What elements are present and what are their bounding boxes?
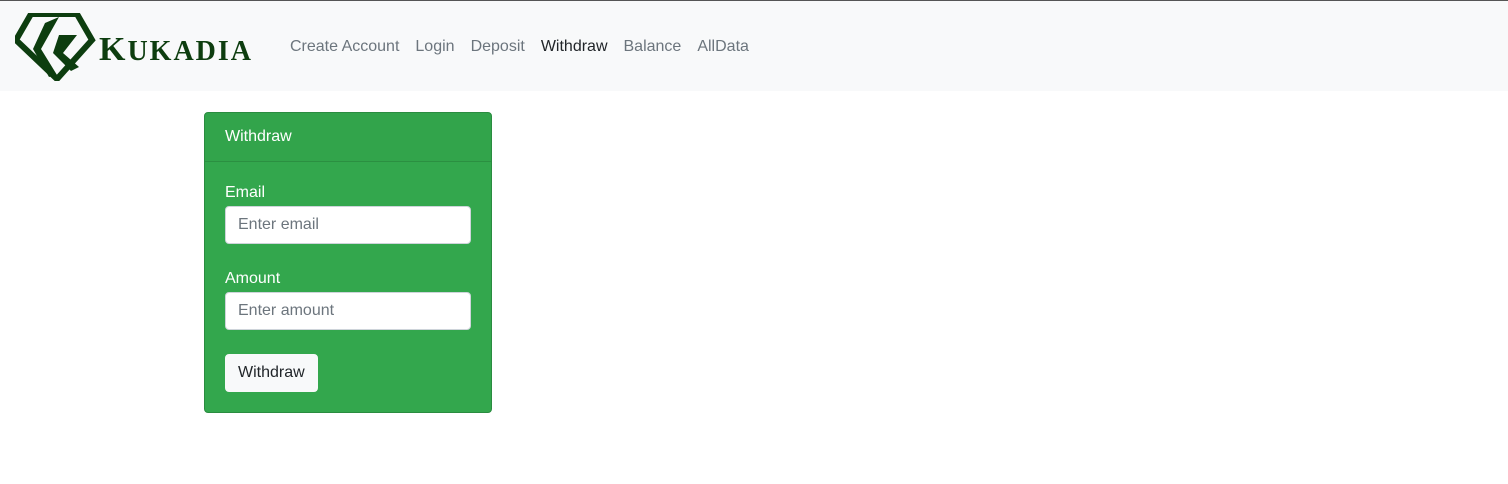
email-label: Email: [225, 184, 266, 201]
brand-wordmark: KUKADIA: [99, 31, 253, 68]
card-header: Withdraw: [205, 113, 491, 162]
withdraw-card: Withdraw Email Amount Withdraw: [204, 112, 492, 413]
nav-balance[interactable]: Balance: [616, 35, 690, 59]
withdraw-submit-button[interactable]: Withdraw: [225, 354, 318, 392]
nav-withdraw[interactable]: Withdraw: [533, 35, 616, 59]
nav-create-account[interactable]: Create Account: [282, 35, 407, 59]
amount-input[interactable]: [225, 292, 471, 330]
nav-alldata[interactable]: AllData: [689, 35, 757, 59]
nav-login[interactable]: Login: [407, 35, 462, 59]
diamond-k-logo-icon: KUKADIA: [15, 13, 253, 81]
email-input[interactable]: [225, 206, 471, 244]
top-navbar: KUKADIA Create Account Login Deposit Wit…: [0, 0, 1508, 91]
nav-deposit[interactable]: Deposit: [463, 35, 533, 59]
main-nav: Create Account Login Deposit Withdraw Ba…: [282, 1, 757, 92]
amount-label: Amount: [225, 270, 281, 287]
brand-logo-link[interactable]: KUKADIA: [15, 13, 270, 81]
